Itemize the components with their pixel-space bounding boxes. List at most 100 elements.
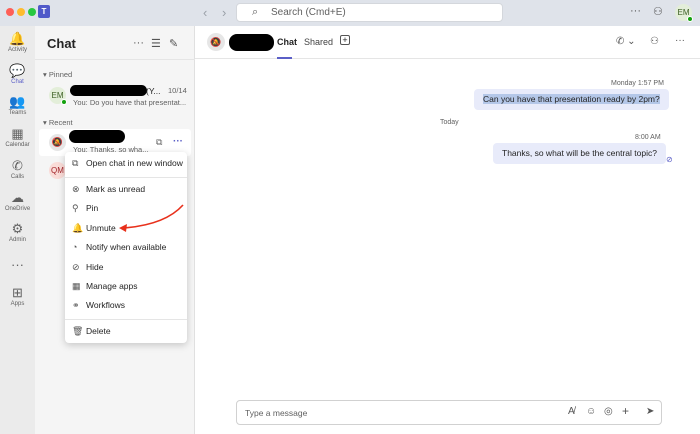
workflows-icon: ⚭	[72, 300, 80, 310]
menu-item-label: Manage apps	[86, 281, 138, 291]
cloud-icon: ☁	[11, 190, 24, 205]
filter-icon[interactable]: ☰	[151, 37, 161, 50]
read-receipt-icon: ⊘	[666, 155, 673, 164]
chat-date: 10/14	[168, 86, 187, 95]
message-timestamp: Monday 1:57 PM	[611, 80, 664, 87]
redacted-name	[69, 130, 125, 143]
back-button[interactable]: ‹	[203, 5, 207, 20]
section-label: Recent	[48, 118, 73, 127]
calendar-icon: ▦	[11, 126, 24, 141]
title-bar: T ‹ › ⌕ Search (Cmd+E) ··· ⚇ EM	[0, 0, 700, 26]
rail-label: Calendar	[5, 142, 30, 148]
menu-item-manage-apps[interactable]: ▦ Manage apps	[65, 277, 187, 295]
search-icon: ⌕	[252, 6, 259, 18]
message-placeholder: Type a message	[245, 408, 308, 418]
search-input[interactable]: ⌕ Search (Cmd+E)	[236, 3, 503, 22]
user-avatar[interactable]: EM	[675, 4, 693, 22]
send-icon[interactable]: ➤	[646, 406, 654, 417]
redacted-chat-name	[229, 34, 274, 51]
maximize-window-button[interactable]	[28, 8, 36, 16]
chat-list-item[interactable]: EM (Y... 10/14 You: Do you have that pre…	[39, 81, 191, 113]
more-options-button[interactable]: ···	[675, 35, 685, 46]
add-apps-icon: ⊞	[12, 285, 23, 300]
menu-item-label: Mark as unread	[86, 184, 146, 194]
divider	[35, 59, 195, 60]
loop-icon[interactable]: ◎	[604, 406, 613, 417]
teams-logo-icon: T	[38, 5, 50, 18]
chat-more-button[interactable]: ···	[133, 37, 144, 49]
menu-item-label: Workflows	[86, 300, 126, 310]
rail-label: Chat	[11, 79, 24, 85]
menu-separator	[65, 177, 187, 178]
rail-chat[interactable]: 💬 Chat	[0, 63, 35, 85]
chat-preview: You: Do you have that presentat...	[73, 98, 187, 107]
rail-apps[interactable]: ⊞ Apps	[0, 285, 35, 307]
rail-more-apps[interactable]: ···	[0, 257, 35, 273]
pinned-section-header[interactable]: ▾ Pinned	[43, 70, 72, 79]
message-bubble[interactable]: Can you have that presentation ready by …	[474, 89, 669, 110]
rail-label: Teams	[8, 110, 27, 116]
bell-icon: 🔔	[72, 223, 84, 233]
people-icon[interactable]: ⚇	[650, 36, 659, 47]
more-icon: ···	[11, 257, 24, 272]
menu-item-hide[interactable]: ⊘ Hide	[65, 258, 187, 276]
contact-avatar[interactable]: QM	[49, 162, 66, 179]
rail-calendar[interactable]: ▦ Calendar	[0, 126, 35, 148]
date-divider: Today	[440, 119, 459, 126]
more-options-button[interactable]: ···	[630, 5, 641, 17]
rail-label: Admin	[8, 237, 26, 243]
menu-item-notify-when-available[interactable]: ◔ Notify when available	[65, 238, 187, 256]
message-text: Thanks, so what will be the central topi…	[502, 148, 657, 158]
bell-icon: 🔔	[9, 31, 26, 46]
rail-label: OneDrive	[4, 206, 31, 212]
rail-label: Calls	[10, 174, 25, 180]
rail-activity[interactable]: 🔔 Activity	[0, 31, 35, 53]
teams-icon: 👥	[9, 94, 26, 109]
rail-admin[interactable]: ⚙ Admin	[0, 221, 35, 243]
admin-icon: ⚙	[11, 221, 24, 236]
menu-item-label: Notify when available	[86, 242, 167, 252]
hide-eye-icon: ⊘	[72, 262, 80, 272]
tab-shared[interactable]: Shared	[304, 37, 333, 47]
menu-item-workflows[interactable]: ⚭ Workflows	[65, 296, 187, 314]
redacted-name	[70, 85, 147, 96]
tab-chat[interactable]: Chat	[277, 37, 297, 47]
muted-bell-icon: 🔕	[49, 134, 66, 151]
emoji-icon[interactable]: ☺	[586, 406, 596, 417]
more-options-button[interactable]: ···	[173, 136, 183, 147]
close-window-button[interactable]	[6, 8, 14, 16]
apps-grid-icon: ▦	[72, 281, 81, 291]
menu-item-mark-unread[interactable]: ⊗ Mark as unread	[65, 180, 187, 198]
presence-available-icon	[61, 99, 67, 105]
annotation-arrow-icon	[119, 204, 184, 232]
forward-button[interactable]: ›	[222, 5, 226, 20]
rail-teams[interactable]: 👥 Teams	[0, 94, 35, 116]
menu-item-label: Open chat in new window	[86, 158, 183, 168]
avatar-initials: QM	[51, 166, 64, 175]
add-tab-button[interactable]: +	[340, 35, 350, 45]
contact-avatar: EM	[49, 87, 67, 105]
chat-icon: 💬	[9, 63, 26, 78]
rail-label: Activity	[7, 47, 27, 53]
format-icon[interactable]: A̸	[568, 406, 575, 417]
minimize-window-button[interactable]	[17, 8, 25, 16]
menu-item-open-in-new-window[interactable]: ⧉ Open chat in new window	[65, 154, 187, 172]
presence-available-icon	[687, 16, 693, 22]
app-rail: 🔔 Activity 💬 Chat 👥 Teams ▦ Calendar ✆ Calls …	[0, 26, 35, 434]
new-chat-icon[interactable]: ✎	[169, 37, 178, 50]
trash-icon: 🗑	[72, 326, 84, 336]
add-icon[interactable]: +	[622, 404, 629, 418]
menu-separator	[65, 319, 187, 320]
message-bubble[interactable]: Thanks, so what will be the central topi…	[493, 143, 666, 164]
rail-calls[interactable]: ✆ Calls	[0, 158, 35, 180]
notify-icon: ◔	[72, 242, 78, 252]
recent-section-header[interactable]: ▾ Recent	[43, 118, 73, 127]
rail-onedrive[interactable]: ☁ OneDrive	[0, 190, 35, 212]
pop-out-icon[interactable]: ⧉	[156, 137, 162, 148]
rail-label: Apps	[10, 301, 25, 307]
message-input[interactable]: Type a message A̸ ☺ ◎ + ➤	[236, 400, 662, 425]
menu-item-delete[interactable]: 🗑 Delete	[65, 322, 187, 340]
pin-icon: ⚲	[72, 203, 79, 213]
call-button[interactable]: ✆ ⌄	[616, 36, 636, 47]
account-icon[interactable]: ⚇	[653, 5, 663, 18]
